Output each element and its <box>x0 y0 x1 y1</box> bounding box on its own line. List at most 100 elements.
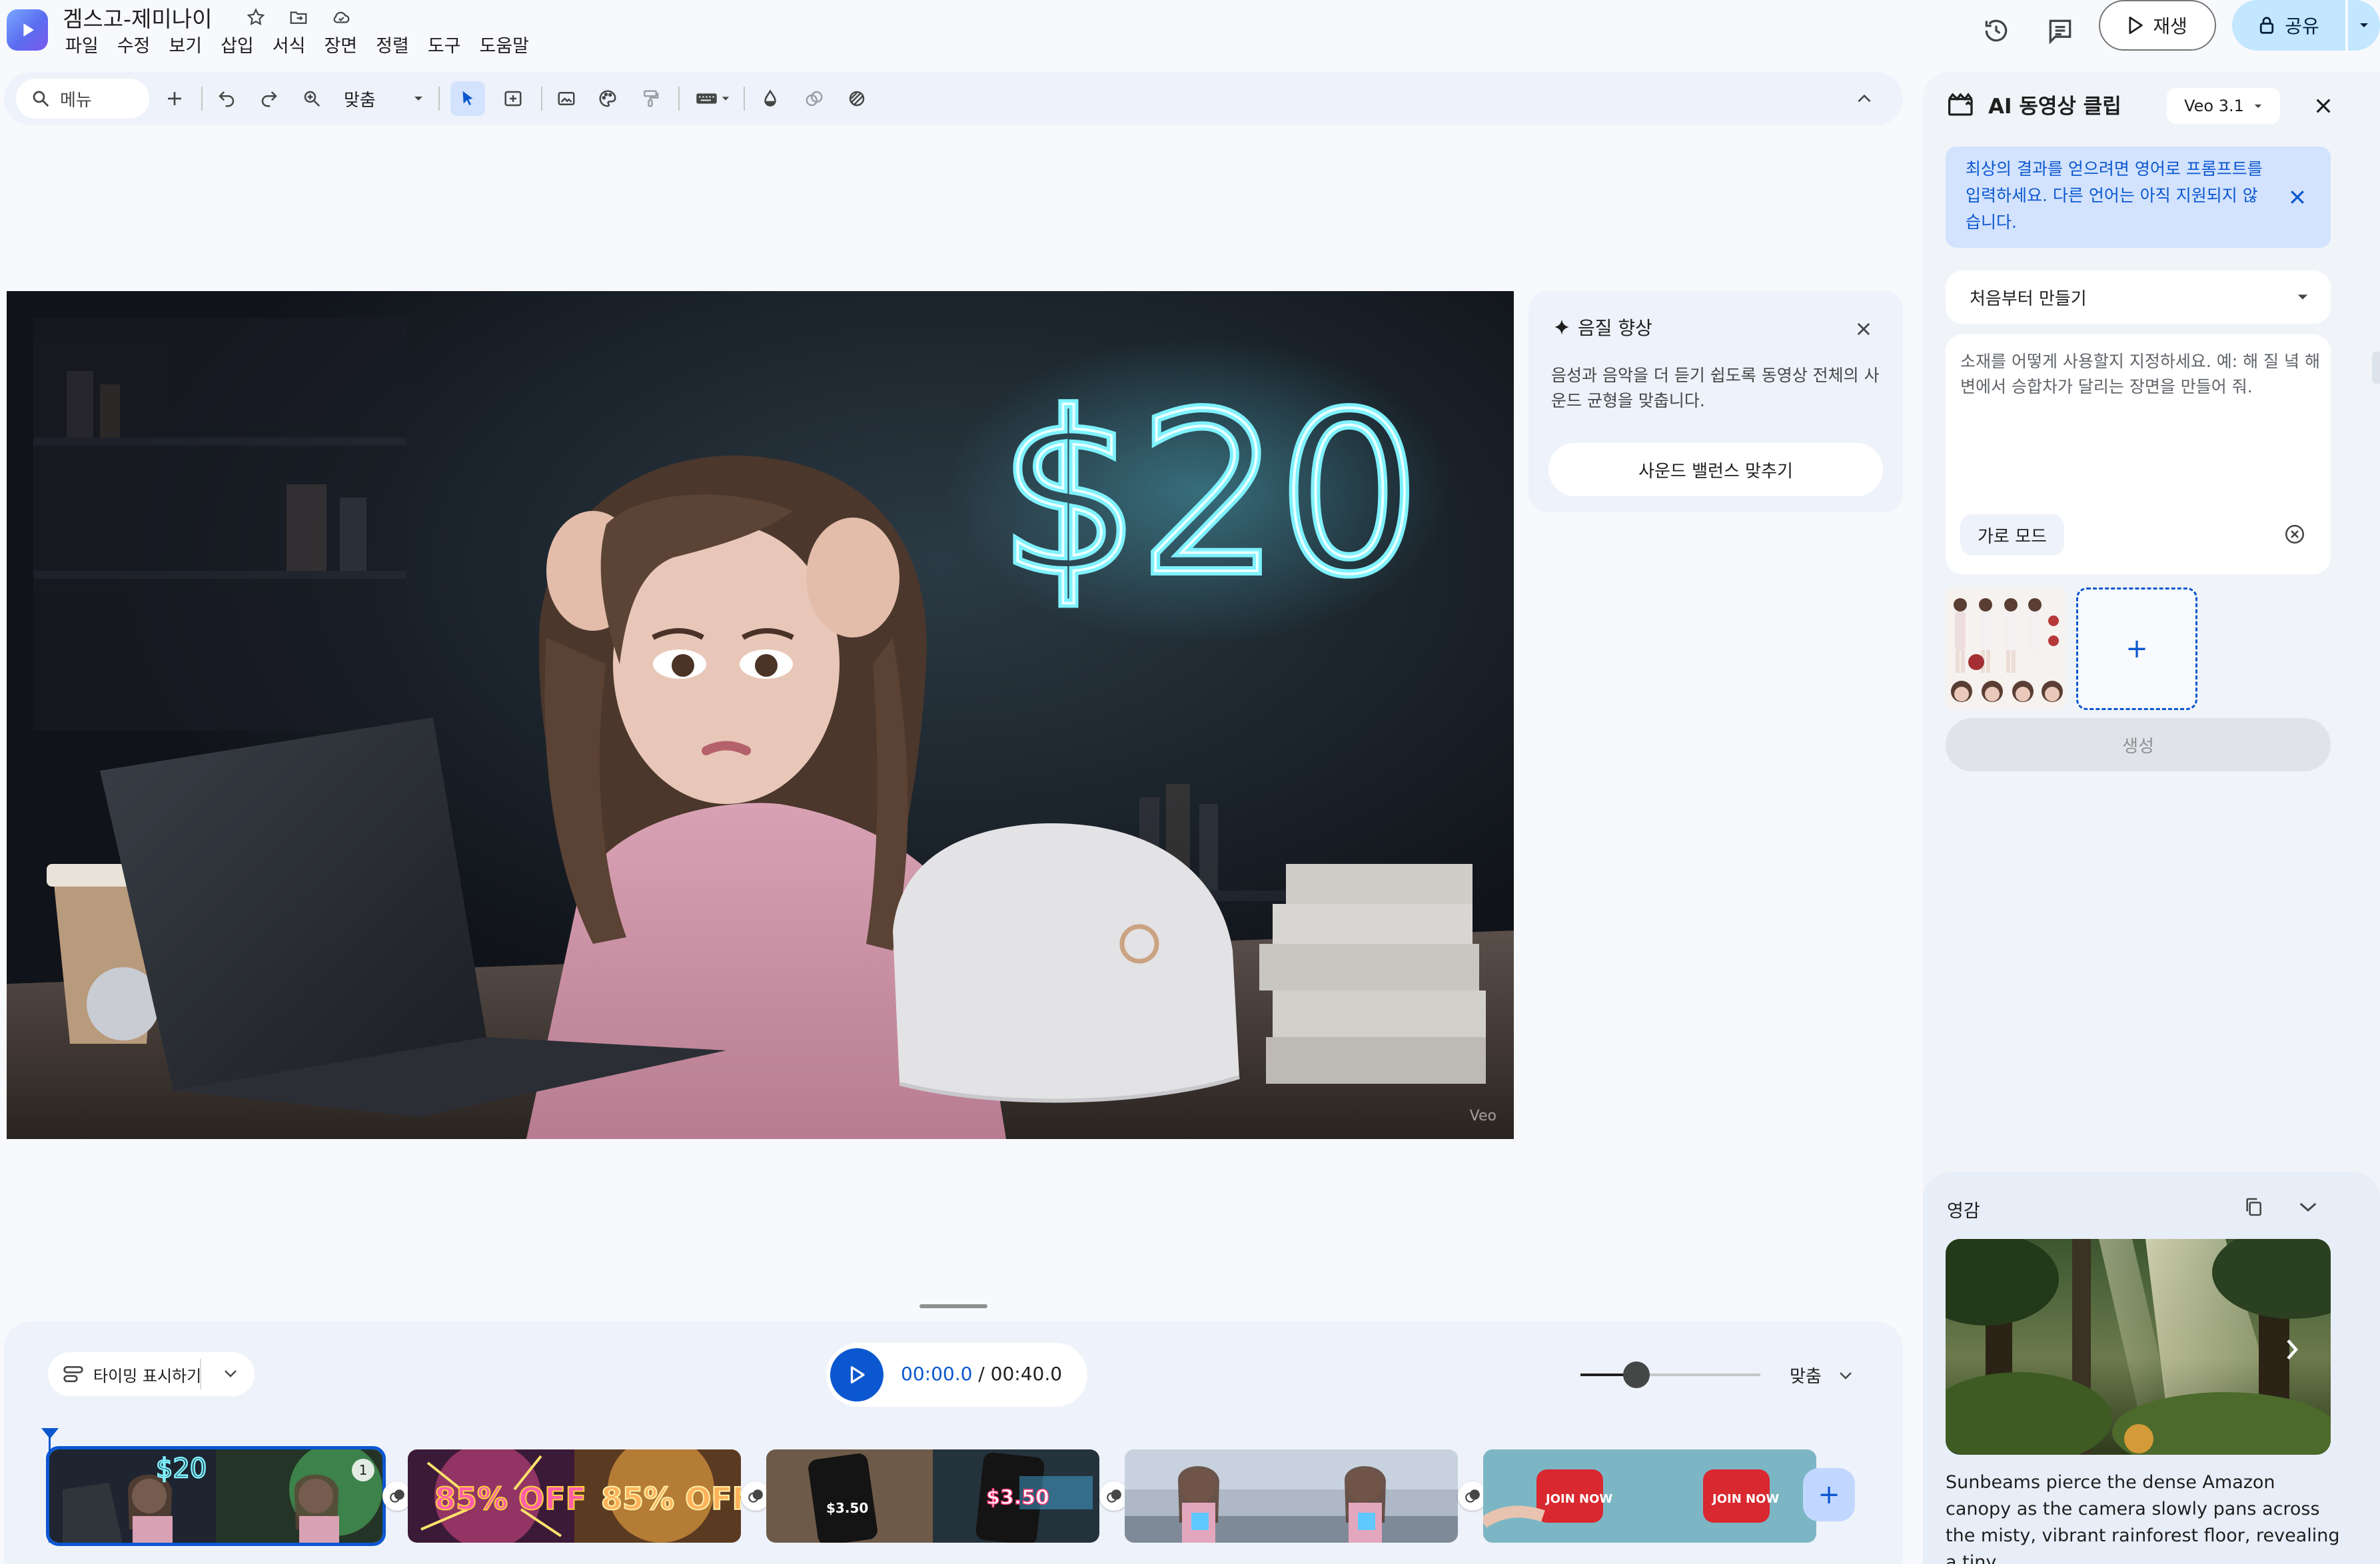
timeline-clip-4[interactable] <box>1125 1449 1458 1543</box>
sound-balance-button[interactable]: 사운드 밸런스 맞추기 <box>1548 443 1883 496</box>
timeline-play-button[interactable] <box>830 1348 884 1401</box>
clip-3-overlay: $3.50 <box>826 1500 868 1516</box>
star-icon[interactable] <box>243 4 269 31</box>
timeline-clip-2[interactable]: 85% OFF 85% OFF <box>408 1449 741 1543</box>
menu-arrange[interactable]: 정렬 <box>366 33 418 60</box>
comments-icon[interactable] <box>2039 9 2082 52</box>
clip-2-thumbnail: 85% OFF 85% OFF <box>408 1449 741 1543</box>
model-select[interactable]: Veo 3.1 <box>2167 88 2280 124</box>
redo-icon[interactable] <box>252 81 287 116</box>
select-tool-icon[interactable] <box>450 81 485 116</box>
menu-format[interactable]: 서식 <box>263 33 315 60</box>
timeline-clip-3[interactable]: $3.50 $3.50 <box>766 1449 1099 1543</box>
keyboard-shortcuts-icon[interactable] <box>686 81 740 116</box>
playback-controls: 00:00.0 / 00:40.0 <box>826 1343 1087 1407</box>
timeline-zoom-thumb[interactable] <box>1623 1362 1650 1388</box>
play-button[interactable]: 재생 <box>2099 0 2216 51</box>
share-dropdown-button[interactable] <box>2348 0 2380 51</box>
menu-tools[interactable]: 도구 <box>418 33 470 60</box>
paint-format-icon[interactable] <box>633 81 668 116</box>
zoom-select-label: 맞춤 <box>344 90 376 111</box>
app-logo[interactable] <box>7 9 48 51</box>
add-scene-icon[interactable] <box>157 81 192 116</box>
copy-icon[interactable] <box>2235 1188 2272 1226</box>
search-icon <box>33 91 49 107</box>
toolbar-divider <box>744 87 745 111</box>
fill-color-icon[interactable] <box>753 81 788 116</box>
menu-scene[interactable]: 장면 <box>314 33 366 60</box>
clip-3-thumbnail: $3.50 $3.50 <box>766 1449 1099 1543</box>
transition-icon[interactable] <box>797 81 832 116</box>
veo-watermark: Veo <box>1469 1108 1496 1124</box>
zoom-select[interactable]: 맞춤 <box>337 81 430 116</box>
prompt-input[interactable]: 소재를 어떻게 사용할지 지정하세요. 예: 해 질 녘 해변에서 승합차가 달… <box>1946 334 2331 574</box>
prompt-placeholder: 소재를 어떻게 사용할지 지정하세요. 예: 해 질 녘 해변에서 승합차가 달… <box>1960 352 2320 396</box>
share-button-label: 공유 <box>2285 15 2319 37</box>
version-history-icon[interactable] <box>1975 9 2018 52</box>
creation-mode-select[interactable]: 처음부터 만들기 <box>1946 270 2331 324</box>
add-reference-button[interactable]: + <box>2076 587 2197 710</box>
transition-icon <box>390 1489 404 1503</box>
menu-view[interactable]: 보기 <box>159 33 211 60</box>
move-folder-icon[interactable] <box>285 4 312 31</box>
language-notice-text: 최상의 결과를 얻으려면 영어로 프롬프트를 입력하세요. 다른 언어는 아직 … <box>1966 159 2263 232</box>
inspiration-image[interactable] <box>1946 1239 2331 1455</box>
theme-palette-icon[interactable] <box>590 81 625 116</box>
reference-image-thumbnail[interactable] <box>1946 587 2066 710</box>
inspiration-card: 영감 Sunbeams pierce the dense Amazon cano… <box>1923 1172 2380 1564</box>
close-icon[interactable] <box>2279 179 2316 216</box>
timeline-clip-5[interactable]: JOIN NOW JOIN NOW <box>1483 1449 1816 1543</box>
menu-search-label: 메뉴 <box>60 90 92 111</box>
collapse-toolbar-icon[interactable] <box>1847 81 1882 116</box>
timeline-zoom-select[interactable]: 맞춤 <box>1790 1363 1854 1387</box>
menu-file[interactable]: 파일 <box>56 33 108 60</box>
share-button[interactable]: 공유 <box>2232 0 2345 51</box>
chevron-right-icon[interactable] <box>2273 1331 2311 1368</box>
clear-circle-icon[interactable] <box>2276 516 2313 553</box>
timing-toggle[interactable]: 타이밍 표시하기 <box>48 1352 255 1396</box>
timeline-clip-1[interactable]: $20 1 <box>46 1446 386 1546</box>
menu-insert[interactable]: 삽입 <box>211 33 263 60</box>
menu-help[interactable]: 도움말 <box>470 33 539 60</box>
video-canvas[interactable]: $20 $20 Veo <box>7 291 1514 1139</box>
transition-icon <box>748 1489 763 1503</box>
toolbar-divider <box>678 87 680 111</box>
menu-edit[interactable]: 수정 <box>108 33 160 60</box>
scene-illustration: $20 $20 <box>7 291 1514 1139</box>
toolbar: 메뉴 맞춤 <box>4 72 1903 125</box>
animation-icon[interactable] <box>840 81 874 116</box>
caret-down-icon <box>2297 294 2308 300</box>
sparkle-icon <box>1554 319 1569 335</box>
ai-video-clip-panel: AI 동영상 클립 Veo 3.1 최상의 결과를 얻으려면 영어로 프롬프트를… <box>1923 72 2380 1564</box>
language-notice: 최상의 결과를 얻으려면 영어로 프롬프트를 입력하세요. 다른 언어는 아직 … <box>1946 147 2331 248</box>
character-sheet-image <box>1946 587 2066 710</box>
zoom-icon[interactable] <box>295 81 329 116</box>
caret-down-icon <box>2360 23 2368 27</box>
chevron-down-icon[interactable] <box>2289 1188 2327 1226</box>
timing-divider <box>200 1359 201 1389</box>
video-clip-icon <box>1948 92 1973 116</box>
toolbar-divider <box>201 87 203 111</box>
creation-mode-label: 처음부터 만들기 <box>1970 288 2087 309</box>
close-panel-icon[interactable] <box>2303 85 2344 127</box>
timeline-resize-handle[interactable] <box>919 1304 987 1308</box>
panel-edge-handle[interactable] <box>2372 352 2380 384</box>
audio-enhance-description: 음성과 음악을 더 듣기 쉽도록 동영상 전체의 사운드 균형을 맞춥니다. <box>1551 366 1880 410</box>
text-box-icon[interactable] <box>496 81 530 116</box>
clip-5-overlay-repeat: JOIN NOW <box>1711 1492 1779 1506</box>
caret-down-icon <box>2254 104 2262 108</box>
inspiration-prompt-text: Sunbeams pierce the dense Amazon canopy … <box>1946 1472 2340 1564</box>
orientation-chip[interactable]: 가로 모드 <box>1960 514 2064 556</box>
undo-icon[interactable] <box>209 81 244 116</box>
generate-button[interactable]: 생성 <box>1946 718 2331 771</box>
cloud-saved-icon[interactable] <box>328 4 354 31</box>
add-clip-button[interactable]: + <box>1803 1468 1855 1521</box>
image-icon[interactable] <box>549 81 584 116</box>
document-title[interactable]: 겜스고-제미나이 <box>63 1 212 33</box>
menu-search[interactable]: 메뉴 <box>16 79 149 119</box>
time-separator: / <box>972 1363 991 1385</box>
chevron-down-icon[interactable] <box>213 1356 248 1391</box>
top-bar: 겜스고-제미나이 파일 수정 보기 삽입 서식 장면 정렬 도구 도움말 재생 … <box>0 0 2380 69</box>
clip-2-overlay: 85% OFF <box>434 1481 586 1517</box>
close-icon[interactable] <box>1846 311 1882 347</box>
